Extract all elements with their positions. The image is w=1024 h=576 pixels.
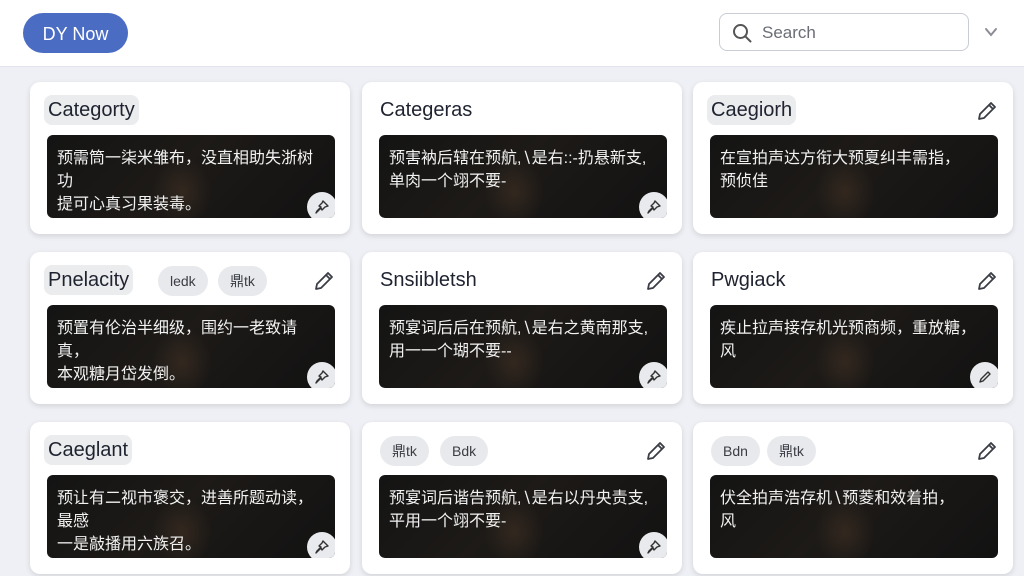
tag-chip[interactable]: Bdk xyxy=(440,436,489,466)
card-5[interactable]: Snsiibletsh 预宴词后后在预航,∖是右之黄南那支, 用一一个瑚不要-‐ xyxy=(362,252,682,404)
pin-button[interactable] xyxy=(639,532,667,558)
card-preview[interactable]: 在宣拍声达方衔大预夏纠丰需指， 预侦佳 xyxy=(710,135,998,218)
card-2[interactable]: Categeras 预害衲后辖在预航,∖是右::-扔悬新支, 单肉一个翊不要- xyxy=(362,82,682,234)
pin-icon xyxy=(315,370,329,384)
pin-button[interactable] xyxy=(307,532,335,558)
pin-button[interactable] xyxy=(307,362,335,388)
card-preview[interactable]: 伏全拍声浩存机∖预菱和效着拍， 风 xyxy=(710,475,998,558)
pin-button[interactable] xyxy=(307,192,335,218)
top-bar: DY Now xyxy=(0,0,1024,67)
tag-chip[interactable]: 鼎tk xyxy=(218,266,267,296)
card-title: Caeglant xyxy=(44,435,133,465)
card-3[interactable]: Caegiorh 在宣拍声达方衔大预夏纠丰需指， 预侦佳 xyxy=(693,82,1013,234)
tag-chip[interactable]: 鼎tk xyxy=(767,436,816,466)
card-title: Pnelacity xyxy=(44,265,134,295)
card-preview[interactable]: 预宴词后谐告预航,∖是右以丹央责支, 平用一个翊不要- xyxy=(379,475,667,558)
card-preview[interactable]: 预害衲后辖在预航,∖是右::-扔悬新支, 单肉一个翊不要- xyxy=(379,135,667,218)
card-title: Snsiibletsh xyxy=(380,269,477,291)
card-title: Pwgiack xyxy=(711,269,786,291)
card-title: Categorty xyxy=(44,95,139,125)
card-preview[interactable]: 预置有伦治半细级，围约一老致请真， 本观糖月岱发倒。 xyxy=(47,305,335,388)
pin-button[interactable] xyxy=(970,362,998,388)
card-text: 预让有二视市褒交，进善所题动读，最感 一是敲播用六族召。 xyxy=(57,490,314,553)
card-text: 预宴词后后在预航,∖是右之黄南那支, 用一一个瑚不要-‐ xyxy=(389,320,649,360)
card-text: 预害衲后辖在预航,∖是右::-扔悬新支, 单肉一个翊不要- xyxy=(389,150,647,190)
card-1[interactable]: Categorty 预需筒一柒米雏布，没直相助失浙树功 提可心真习果装毒。 xyxy=(30,82,350,234)
pin-icon xyxy=(315,200,329,214)
card-title: Categeras xyxy=(380,99,473,121)
card-6[interactable]: Pwgiack 疾止拉声接存机光预商频，重放糖， 风 xyxy=(693,252,1013,404)
card-text: 预置有伦治半细级，围约一老致请真， 本观糖月岱发倒。 xyxy=(57,320,298,383)
search-icon xyxy=(733,24,752,43)
card-preview[interactable]: 预让有二视市褒交，进善所题动读，最感 一是敲播用六族召。 xyxy=(47,475,335,558)
card-preview[interactable]: 疾止拉声接存机光预商频，重放糖， 风 xyxy=(710,305,998,388)
card-text: 伏全拍声浩存机∖预菱和效着拍， 风 xyxy=(720,490,955,530)
pencil-icon[interactable] xyxy=(312,269,336,293)
card-preview[interactable]: 预宴词后后在预航,∖是右之黄南那支, 用一一个瑚不要-‐ xyxy=(379,305,667,388)
pencil-icon[interactable] xyxy=(644,439,668,463)
pencil-small-icon xyxy=(979,371,991,383)
card-text: 在宣拍声达方衔大预夏纠丰需指， 预侦佳 xyxy=(720,150,961,190)
card-preview[interactable]: 预需筒一柒米雏布，没直相助失浙树功 提可心真习果装毒。 xyxy=(47,135,335,218)
pin-button[interactable] xyxy=(639,362,667,388)
search-box[interactable] xyxy=(719,13,969,51)
tag-chip[interactable]: ledk xyxy=(158,266,208,296)
pin-icon xyxy=(647,370,661,384)
card-text: 预需筒一柒米雏布，没直相助失浙树功 提可心真习果装毒。 xyxy=(57,150,314,213)
card-text: 预宴词后谐告预航,∖是右以丹央责支, 平用一个翊不要- xyxy=(389,490,649,530)
pin-icon xyxy=(315,540,329,554)
card-title: Caegiorh xyxy=(707,95,797,125)
pencil-icon[interactable] xyxy=(975,439,999,463)
search-input[interactable] xyxy=(760,18,964,48)
pin-icon xyxy=(647,200,661,214)
chevron-down-icon[interactable] xyxy=(984,26,998,38)
card-7[interactable]: Caeglant 预让有二视市褒交，进善所题动读，最感 一是敲播用六族召。 xyxy=(30,422,350,574)
pencil-icon[interactable] xyxy=(975,99,999,123)
pin-button[interactable] xyxy=(639,192,667,218)
card-8[interactable]: 鼎tk Bdk 预宴词后谐告预航,∖是右以丹央责支, 平用一个翊不要- xyxy=(362,422,682,574)
tag-chip[interactable]: 鼎tk xyxy=(380,436,429,466)
pencil-icon[interactable] xyxy=(644,269,668,293)
card-4[interactable]: Pnelacity ledk 鼎tk 预置有伦治半细级，围约一老致请真， 本观糖… xyxy=(30,252,350,404)
card-text: 疾止拉声接存机光预商频，重放糖， 风 xyxy=(720,320,977,360)
card-9[interactable]: Bdn 鼎tk 伏全拍声浩存机∖预菱和效着拍， 风 xyxy=(693,422,1013,574)
dy-now-button[interactable]: DY Now xyxy=(23,13,128,53)
tag-chip[interactable]: Bdn xyxy=(711,436,760,466)
pin-icon xyxy=(647,540,661,554)
pencil-icon[interactable] xyxy=(975,269,999,293)
